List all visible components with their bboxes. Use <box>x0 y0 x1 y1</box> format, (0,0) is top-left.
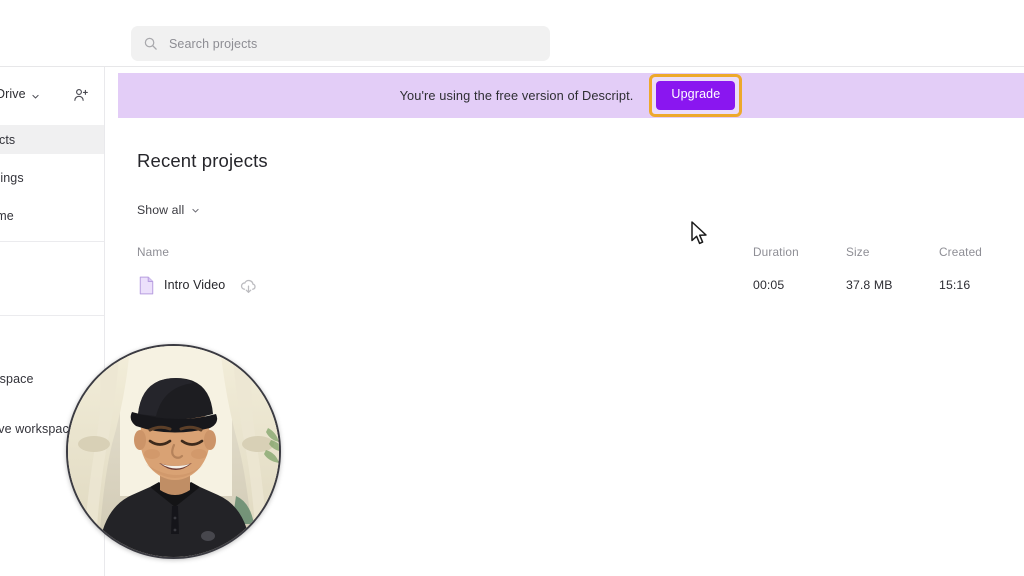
sidebar-item-recordings[interactable]: ordings <box>0 163 104 192</box>
column-header-name[interactable]: Name <box>137 245 169 259</box>
column-header-duration[interactable]: Duration <box>753 245 799 259</box>
column-header-size[interactable]: Size <box>846 245 870 259</box>
table-header: Name Duration Size Created <box>105 245 1024 265</box>
column-header-created[interactable]: Created <box>939 245 982 259</box>
sidebar-item-projects[interactable]: ojects <box>0 125 104 154</box>
search-placeholder: Search projects <box>169 36 258 51</box>
sidebar-divider <box>0 241 104 242</box>
document-icon <box>139 276 154 295</box>
cell-created: 15:16 <box>939 278 971 292</box>
add-person-icon[interactable] <box>73 87 89 103</box>
cell-size: 37.8 MB <box>846 278 893 292</box>
descript-app-window: ipt Search projects Drive ojects <box>0 0 1024 576</box>
webcam-video-frame <box>68 346 279 557</box>
banner-message: You're using the free version of Descrip… <box>399 88 634 103</box>
chevron-down-icon <box>32 94 39 99</box>
cell-duration: 00:05 <box>753 278 785 292</box>
table-row[interactable]: Intro Video 00:05 37.8 MB 15:16 <box>105 276 1024 308</box>
top-divider <box>0 66 1024 67</box>
sidebar-item-label: th me <box>0 208 14 223</box>
sidebar-item-shared-with-me[interactable]: th me <box>0 201 104 230</box>
cloud-download-icon[interactable] <box>239 277 258 296</box>
search-icon <box>144 37 157 50</box>
free-version-banner: You're using the free version of Descrip… <box>118 73 1024 118</box>
upgrade-button[interactable]: Upgrade <box>656 81 736 110</box>
sidebar-item-label: ojects <box>0 132 16 147</box>
workspace-name: Drive <box>0 87 26 101</box>
show-all-filter[interactable]: Show all <box>137 203 200 217</box>
chevron-down-icon <box>192 208 199 212</box>
workspace-switcher[interactable]: Drive <box>0 79 104 113</box>
sidebar-item-label: orkspace <box>0 371 34 386</box>
top-bar: ipt Search projects <box>0 0 1024 67</box>
sidebar-item-label: Drive workspac <box>0 421 69 436</box>
sidebar-item-templates[interactable]: s <box>0 275 104 304</box>
app-title: ipt <box>0 0 48 26</box>
sidebar-item-label: ordings <box>0 170 24 185</box>
search-input[interactable]: Search projects <box>131 26 550 61</box>
page-title: Recent projects <box>137 150 268 171</box>
show-all-label: Show all <box>137 203 185 217</box>
project-name[interactable]: Intro Video <box>164 278 225 292</box>
upgrade-button-highlight: Upgrade <box>649 74 743 117</box>
webcam-circle-overlay[interactable] <box>66 344 281 559</box>
sidebar-divider <box>0 315 104 316</box>
